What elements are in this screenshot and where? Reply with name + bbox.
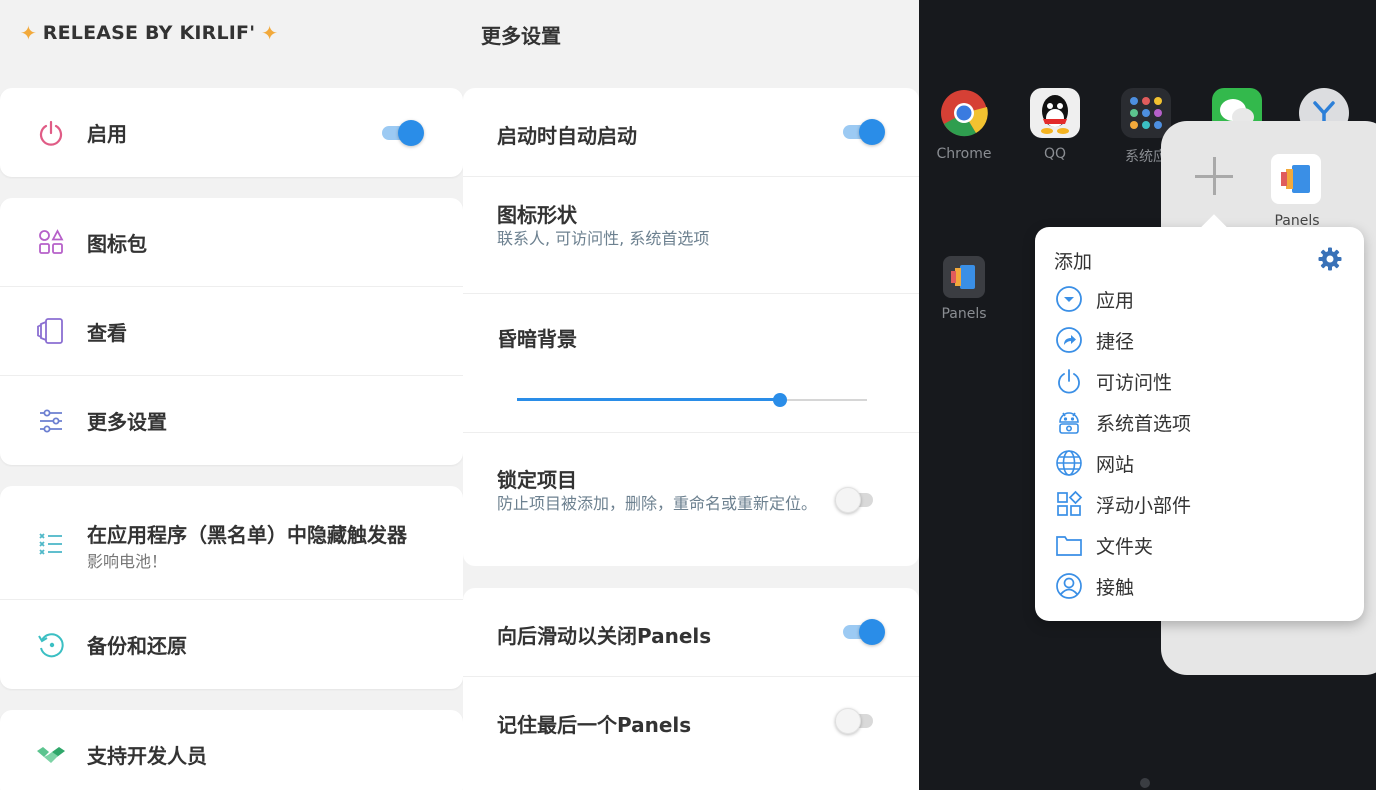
shapes-icon — [36, 227, 66, 257]
support-card: 支持开发人员 — [0, 710, 463, 790]
app-panels[interactable]: Panels — [929, 256, 999, 322]
menu-item-accessibility[interactable]: 可访问性 — [1054, 365, 1172, 397]
enable-toggle[interactable] — [382, 119, 424, 147]
swipe-back-title: 向后滑动以关闭Panels — [497, 624, 712, 648]
widgets-icon — [1054, 489, 1084, 519]
sidebar-item-backup[interactable]: 备份和还原 — [0, 600, 463, 689]
system-apps-icon — [1121, 88, 1171, 138]
shortcut-icon — [1054, 325, 1084, 355]
blacklist-sublabel: 影响电池！ — [87, 552, 168, 571]
appearance-card: 图标包 查看 更多设置 — [0, 198, 463, 465]
release-header: ✦ RELEASE BY KIRLIF' ✦ — [20, 18, 278, 48]
menu-item-contact[interactable]: 接触 — [1054, 570, 1134, 602]
icon-shape-row[interactable]: 图标形状 联系人, 可访问性, 系统首选项 — [463, 177, 919, 294]
menu-item-website[interactable]: 网站 — [1054, 447, 1134, 479]
page-indicator — [1140, 778, 1150, 788]
swipe-back-row[interactable]: 向后滑动以关闭Panels — [463, 588, 919, 677]
cards-icon — [36, 316, 66, 346]
app-name: Chrome — [936, 146, 992, 162]
enable-row[interactable]: 启用 — [0, 88, 463, 177]
contact-icon — [1054, 571, 1084, 601]
remember-last-title: 记住最后一个Panels — [497, 713, 692, 737]
checklist-icon — [36, 529, 66, 559]
handshake-icon — [36, 740, 66, 770]
lock-items-toggle[interactable] — [835, 486, 877, 514]
app-name: Panels — [941, 306, 987, 322]
tools-card: 在应用程序（黑名单）中隐藏触发器 影响电池！ 备份和还原 — [0, 486, 463, 689]
settings-card: 启动时自动启动 图标形状 联系人, 可访问性, 系统首选项 昏暗背景 锁定项目 … — [463, 88, 919, 566]
swipe-back-toggle[interactable] — [843, 618, 885, 646]
add-icon[interactable] — [1195, 157, 1233, 195]
remember-last-toggle[interactable] — [835, 707, 877, 735]
sidebar-item-view[interactable]: 查看 — [0, 287, 463, 376]
icon-pack-label: 图标包 — [87, 231, 147, 256]
lock-items-title: 锁定项目 — [497, 468, 577, 492]
panels-behavior-card: 向后滑动以关闭Panels 记住最后一个Panels — [463, 588, 919, 790]
app-qq[interactable]: QQ — [1020, 88, 1090, 162]
power-icon — [1054, 366, 1084, 396]
qq-icon — [1030, 88, 1080, 138]
autostart-toggle[interactable] — [843, 118, 885, 146]
app-dropdown-icon — [1054, 284, 1084, 314]
autostart-row[interactable]: 启动时自动启动 — [463, 88, 919, 177]
sidebar-item-more-settings[interactable]: 更多设置 — [0, 376, 463, 465]
android-settings-icon — [1054, 407, 1084, 437]
folder-icon — [1054, 530, 1084, 560]
support-label: 支持开发人员 — [87, 744, 207, 768]
page-title: 更多设置 — [481, 24, 561, 48]
slider-thumb[interactable] — [772, 393, 787, 407]
sparkle-icon: ✦ — [261, 21, 279, 45]
remember-last-row[interactable]: 记住最后一个Panels — [463, 677, 919, 766]
sidebar-item-support[interactable]: 支持开发人员 — [0, 710, 463, 790]
blacklist-label: 在应用程序（黑名单）中隐藏触发器 — [87, 523, 407, 547]
lock-items-row[interactable]: 锁定项目 防止项目被添加，删除，重命名或重新定位。 — [463, 433, 919, 566]
app-chrome[interactable]: Chrome — [929, 88, 999, 162]
menu-item-shortcut[interactable]: 捷径 — [1054, 324, 1134, 356]
app-name: QQ — [1043, 146, 1067, 162]
main-settings-pane: ✦ RELEASE BY KIRLIF' ✦ 启用 图标包 查看 更多设置 在应… — [0, 0, 463, 790]
sidebar-item-icon-pack[interactable]: 图标包 — [0, 198, 463, 287]
view-label: 查看 — [87, 320, 127, 345]
menu-item-folder[interactable]: 文件夹 — [1054, 529, 1153, 561]
menu-item-app[interactable]: 应用 — [1054, 283, 1134, 315]
add-menu: 添加 应用 捷径 可访问性 系统首选项 网站 浮动小部件 文件夹 接触 — [1035, 227, 1364, 621]
dim-background-row: 昏暗背景 — [463, 294, 919, 433]
sparkle-icon: ✦ — [20, 21, 37, 45]
chrome-icon — [939, 88, 989, 138]
icon-shape-title: 图标形状 — [497, 203, 577, 227]
dim-background-slider[interactable] — [517, 390, 867, 410]
release-title: RELEASE BY KIRLIF' — [42, 22, 256, 44]
backup-icon — [36, 630, 66, 660]
more-settings-pane: 更多设置 启动时自动启动 图标形状 联系人, 可访问性, 系统首选项 昏暗背景 … — [463, 0, 919, 790]
sliders-icon — [36, 406, 66, 436]
menu-item-system-prefs[interactable]: 系统首选项 — [1054, 406, 1191, 438]
panels-icon[interactable] — [1271, 154, 1321, 204]
menu-item-widgets[interactable]: 浮动小部件 — [1054, 488, 1191, 520]
sidebar-item-blacklist[interactable]: 在应用程序（黑名单）中隐藏触发器 影响电池！ — [0, 486, 463, 600]
lock-items-subtitle: 防止项目被添加，删除，重命名或重新定位。 — [497, 494, 818, 513]
dim-background-title: 昏暗背景 — [497, 327, 577, 351]
enable-label: 启用 — [87, 122, 127, 146]
launcher-screen: Chrome QQ 系统应 Panels Panels 添加 应用 捷径 可访问… — [919, 0, 1376, 790]
more-settings-label: 更多设置 — [87, 410, 167, 434]
power-icon — [36, 118, 66, 148]
globe-icon — [1054, 448, 1084, 478]
gear-icon[interactable] — [1318, 247, 1342, 271]
enable-card: 启用 — [0, 88, 463, 177]
autostart-title: 启动时自动启动 — [497, 124, 637, 148]
backup-label: 备份和还原 — [87, 634, 187, 658]
panels-icon — [943, 256, 985, 298]
icon-shape-subtitle: 联系人, 可访问性, 系统首选项 — [497, 229, 710, 248]
add-menu-title: 添加 — [1054, 251, 1093, 273]
